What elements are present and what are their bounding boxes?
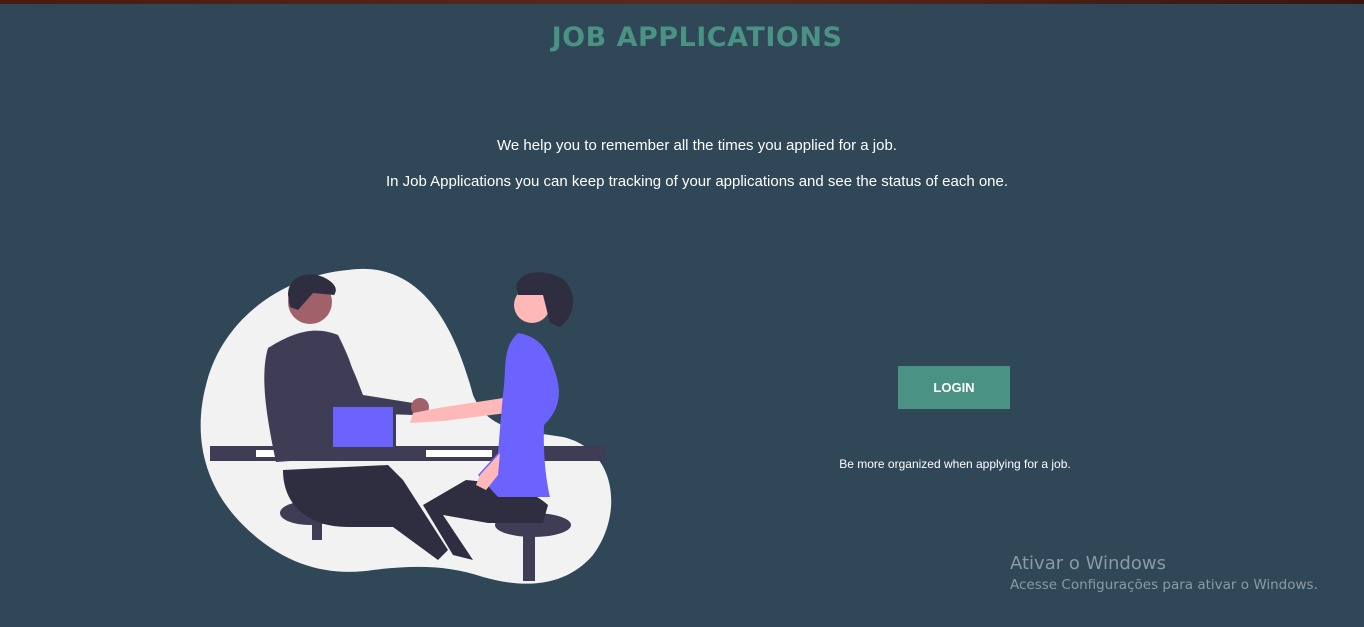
top-accent-strip: [0, 0, 1364, 4]
login-button[interactable]: LOGIN: [898, 366, 1010, 409]
intro-line-2: In Job Applications you can keep trackin…: [385, 173, 1009, 190]
page-title: JOB APPLICATIONS: [551, 22, 843, 53]
intro-line-1: We help you to remember all the times yo…: [497, 137, 897, 154]
windows-activation-watermark: Ativar o Windows Acesse Configurações pa…: [1010, 553, 1318, 593]
tagline: Be more organized when applying for a jo…: [839, 457, 1071, 471]
watermark-title: Ativar o Windows: [1010, 553, 1166, 574]
handshake-illustration: [200, 268, 612, 584]
watermark-subtitle: Acesse Configurações para ativar o Windo…: [1010, 577, 1318, 593]
